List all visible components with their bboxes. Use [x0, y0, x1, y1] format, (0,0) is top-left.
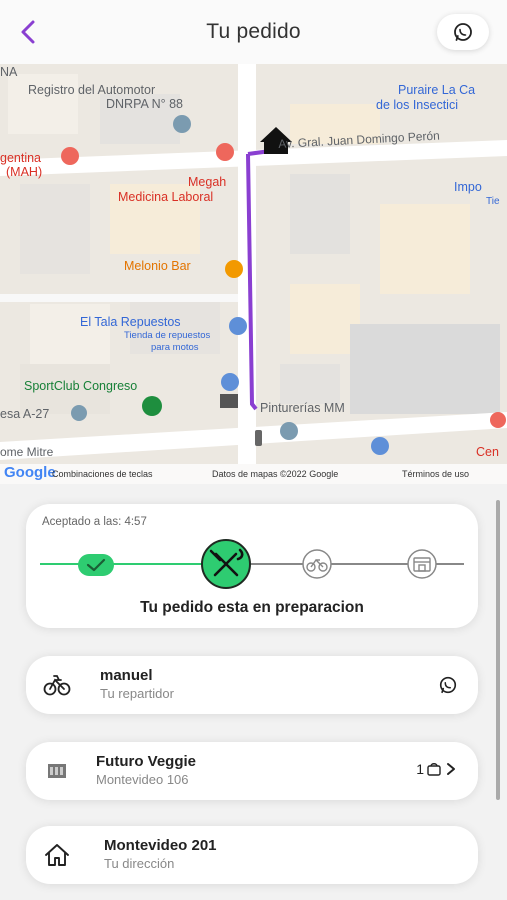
bike-icon [43, 675, 71, 696]
map-label-sportclub: SportClub Congreso [24, 379, 138, 393]
destination-card: Montevideo 201 Tu dirección [26, 826, 478, 884]
scrollbar[interactable] [496, 500, 500, 800]
store-name: Futuro Veggie [96, 753, 197, 770]
whatsapp-icon [439, 676, 457, 694]
map-label-melonio: Melonio Bar [124, 259, 191, 273]
order-progress [40, 538, 464, 590]
map-label-impo-2: Tie [486, 196, 500, 207]
map-street-mitre: ome Mitre [0, 445, 54, 459]
map-footer: Google Combinaciones de teclas Datos de … [0, 464, 507, 484]
step-delivered [407, 549, 437, 579]
map-label-megah-2: Medicina Laboral [118, 190, 214, 204]
step-on-the-way [302, 549, 332, 579]
chevron-right-icon [447, 763, 455, 775]
map-terms-link[interactable]: Términos de uso [402, 469, 469, 479]
view-order-items-button[interactable]: 1 [416, 761, 458, 777]
page-title: Tu pedido [206, 20, 301, 43]
courier-name: manuel [100, 667, 153, 684]
map-label-tala-2: Tienda de repuestos [124, 330, 211, 341]
shopping-bag-icon [427, 763, 441, 776]
map-canvas [0, 64, 507, 484]
map-label-dnrpa: DNRPA N° 88 [106, 97, 184, 111]
delivery-map[interactable]: NA Registro del Automotor DNRPA N° 88 Pu… [0, 64, 507, 484]
home-icon [45, 844, 69, 866]
map-data-attribution: Datos de mapas ©2022 Google [212, 469, 339, 479]
store-address: Montevideo 106 [96, 772, 189, 787]
step-accepted [78, 554, 114, 576]
map-keyboard-shortcuts-link[interactable]: Combinaciones de teclas [52, 469, 153, 479]
map-label-tala-1: El Tala Repuestos [80, 315, 181, 329]
map-label-gentina-1: gentina [0, 151, 42, 165]
whatsapp-icon [454, 23, 472, 41]
courier-card: manuel Tu repartidor [26, 656, 478, 714]
map-label-megah-1: Megah [188, 175, 227, 189]
map-label-gentina-2: (MAH) [6, 165, 43, 179]
map-label-registro: Registro del Automotor [28, 83, 156, 97]
map-label-esa: esa A-27 [0, 407, 50, 421]
map-label-puraire-1: Puraire La Ca [398, 83, 476, 97]
map-label-tala-3: para motos [151, 342, 199, 353]
item-count: 1 [416, 761, 424, 777]
map-label-cen: Cen [476, 445, 499, 459]
store-logo-icon [48, 764, 66, 778]
map-label-pinturerias: Pinturerías MM [260, 401, 345, 415]
step-preparing [201, 539, 251, 589]
courier-role: Tu repartidor [100, 686, 174, 701]
app-header: Tu pedido [0, 0, 507, 64]
destination-label: Tu dirección [104, 856, 175, 871]
destination-address: Montevideo 201 [104, 837, 217, 854]
map-label-na: NA [0, 65, 18, 79]
accepted-time: Aceptado a las: 4:57 [42, 516, 147, 528]
map-label-impo-1: Impo [454, 180, 482, 194]
contact-courier-button[interactable] [438, 675, 458, 695]
status-message: Tu pedido esta en preparacion [140, 599, 364, 616]
whatsapp-button[interactable] [437, 14, 489, 50]
store-card[interactable]: Futuro Veggie Montevideo 106 1 [26, 742, 478, 800]
google-logo: Google [4, 464, 56, 481]
order-status-card: Aceptado a las: 4:57 Tu pedido esta en p… [26, 504, 478, 628]
map-label-puraire-2: de los Insectici [376, 98, 458, 112]
